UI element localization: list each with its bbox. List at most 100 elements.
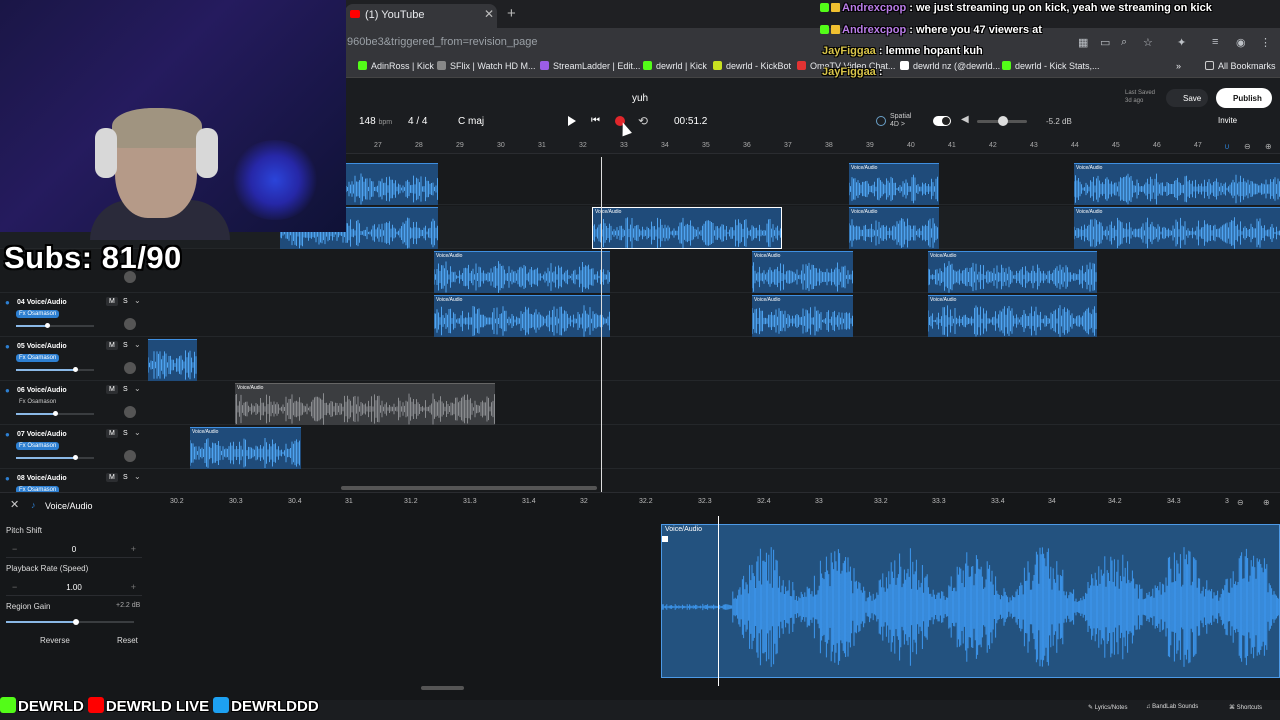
editor-waveform-clip[interactable]	[661, 524, 1280, 678]
chevron-down-icon[interactable]: ⌄	[134, 472, 141, 481]
mute-button[interactable]: M	[106, 297, 118, 306]
audio-clip[interactable]	[346, 163, 438, 205]
profile-icon[interactable]: ◉	[1236, 36, 1246, 49]
playhead[interactable]	[601, 157, 602, 492]
bandlab-sounds-button[interactable]: ♫ BandLab Sounds	[1146, 704, 1198, 710]
mute-button[interactable]: M	[106, 473, 118, 482]
audio-clip[interactable]: Voice/Audio	[752, 251, 853, 293]
spatial-toggle[interactable]	[933, 116, 951, 126]
invite-button[interactable]: Invite	[1218, 116, 1237, 125]
all-bookmarks[interactable]: All Bookmarks	[1205, 61, 1276, 71]
reverse-button[interactable]: Reverse	[40, 636, 70, 645]
editor-scrollbar[interactable]	[421, 686, 464, 690]
bookmark-item[interactable]: dewrld - Kick Stats,...	[1002, 61, 1100, 71]
track-header[interactable]: ● 07 Voice/Audio Fx Osamason M S ⌄	[0, 428, 148, 472]
audio-clip[interactable]: Voice/Audio	[1074, 207, 1280, 249]
track-volume-knob[interactable]	[72, 367, 78, 372]
shortcuts-button[interactable]: ⌘ Shortcuts	[1229, 704, 1262, 711]
editor-zoom-in-icon[interactable]: ⊕	[1263, 498, 1270, 507]
bookmark-item[interactable]: StreamLadder | Edit...	[540, 61, 640, 71]
audio-clip[interactable]	[148, 339, 197, 381]
solo-button[interactable]: S	[120, 429, 131, 438]
track-volume-slider[interactable]	[16, 367, 94, 372]
chevron-down-icon[interactable]: ⌄	[134, 384, 141, 393]
master-volume-knob[interactable]	[998, 116, 1008, 126]
close-editor-icon[interactable]: ✕	[10, 498, 19, 511]
track-fx-badge[interactable]: Fx Osamason	[16, 442, 60, 450]
plus-icon[interactable]: +	[131, 582, 136, 592]
tempo-field[interactable]: 148 bpm	[359, 116, 392, 127]
playback-rate-stepper[interactable]: − 1.00 +	[6, 580, 142, 596]
fade-handle[interactable]	[662, 536, 668, 542]
magnet-icon[interactable]: ∪	[1224, 142, 1230, 151]
audio-clip[interactable]: Voice/Audio	[434, 251, 610, 293]
pitch-shift-stepper[interactable]: − 0 +	[6, 542, 142, 558]
loop-icon[interactable]: ⟲	[638, 114, 648, 128]
plus-icon[interactable]: +	[131, 544, 136, 554]
audio-clip[interactable]: Voice/Audio	[849, 163, 939, 205]
audio-clip[interactable]: Voice/Audio	[434, 295, 610, 337]
audio-clip[interactable]: Voice/Audio	[592, 207, 782, 249]
new-tab-icon[interactable]: +	[507, 5, 516, 22]
solo-button[interactable]: S	[120, 341, 131, 350]
tab-youtube[interactable]: (1) YouTube	[345, 4, 497, 28]
chevron-down-icon[interactable]: ⌄	[134, 296, 141, 305]
zoom-in-icon[interactable]: ⊕	[1265, 142, 1272, 151]
publish-button[interactable]: Publish	[1216, 88, 1272, 108]
audio-clip[interactable]: Voice/Audio	[752, 295, 853, 337]
bookmarks-overflow-icon[interactable]: »	[1176, 61, 1181, 71]
track-header[interactable]: ● 04 Voice/Audio Fx Osamason M S ⌄	[0, 296, 148, 340]
audio-clip[interactable]: Voice/Audio	[235, 383, 495, 425]
play-icon[interactable]	[566, 115, 576, 127]
bookmark-item[interactable]: dewrld nz (@dewrld...	[900, 61, 1000, 71]
editor-playhead[interactable]	[718, 516, 719, 686]
reading-list-icon[interactable]: ≡	[1212, 36, 1218, 48]
bookmark-item[interactable]: AdinRoss | Kick	[358, 61, 434, 71]
solo-button[interactable]: S	[120, 297, 131, 306]
solo-button[interactable]: S	[120, 385, 131, 394]
editor-zoom-out-icon[interactable]: ⊖	[1237, 498, 1244, 507]
audio-clip[interactable]: Voice/Audio	[928, 251, 1097, 293]
bookmark-item[interactable]: dewrld - KickBot	[713, 61, 791, 71]
puzzle-icon[interactable]: ✦	[1177, 36, 1186, 49]
pan-knob[interactable]	[124, 406, 136, 418]
track-volume-knob[interactable]	[45, 323, 51, 328]
region-gain-slider[interactable]	[6, 621, 134, 623]
pan-knob[interactable]	[124, 318, 136, 330]
mute-button[interactable]: M	[106, 429, 118, 438]
audio-clip[interactable]: Voice/Audio	[1074, 163, 1280, 205]
audio-clip[interactable]: Voice/Audio	[928, 295, 1097, 337]
pan-knob[interactable]	[124, 450, 136, 462]
spatial-audio[interactable]: Spatial 4D >	[890, 113, 911, 129]
track-fx-badge[interactable]: Fx Osamason	[16, 310, 60, 318]
zoom-icon[interactable]: ⌕	[1121, 36, 1127, 49]
speaker-icon[interactable]: ◀	[961, 114, 969, 125]
horizontal-scrollbar[interactable]	[341, 486, 597, 490]
skip-back-icon[interactable]: ⏮	[591, 115, 600, 126]
lyrics-notes-button[interactable]: ✎ Lyrics/Notes	[1088, 704, 1128, 711]
track-volume-slider[interactable]	[16, 455, 94, 460]
pan-knob[interactable]	[124, 362, 136, 374]
star-icon[interactable]: ☆	[1143, 36, 1153, 49]
track-volume-slider[interactable]	[16, 411, 94, 416]
extensions-icon[interactable]: ▦	[1078, 36, 1088, 49]
mute-button[interactable]: M	[106, 385, 118, 394]
chevron-down-icon[interactable]: ⌄	[134, 340, 141, 349]
track-header[interactable]: ● 06 Voice/Audio Fx Osamason M S ⌄	[0, 384, 148, 428]
track-fx-badge[interactable]: Fx Osamason	[16, 354, 60, 362]
bookmark-item[interactable]: dewrld | Kick	[643, 61, 707, 71]
track-header[interactable]: ● 05 Voice/Audio Fx Osamason M S ⌄	[0, 340, 148, 384]
cast-icon[interactable]: ▭	[1100, 36, 1110, 49]
zoom-out-icon[interactable]: ⊖	[1244, 142, 1251, 151]
mute-button[interactable]: M	[106, 341, 118, 350]
track-fx-badge[interactable]: Fx Osamason	[16, 398, 59, 406]
minus-icon[interactable]: −	[12, 582, 17, 592]
url-field[interactable]: 960be3&triggered_from=revision_page	[347, 36, 538, 48]
chevron-down-icon[interactable]: ⌄	[134, 428, 141, 437]
track-volume-knob[interactable]	[72, 455, 78, 460]
key-selector[interactable]: C maj	[458, 116, 484, 127]
audio-clip[interactable]: Voice/Audio	[849, 207, 939, 249]
track-volume-knob[interactable]	[53, 411, 58, 416]
tab-close-icon[interactable]: ✕	[484, 7, 494, 21]
time-signature[interactable]: 4 / 4	[408, 116, 427, 127]
